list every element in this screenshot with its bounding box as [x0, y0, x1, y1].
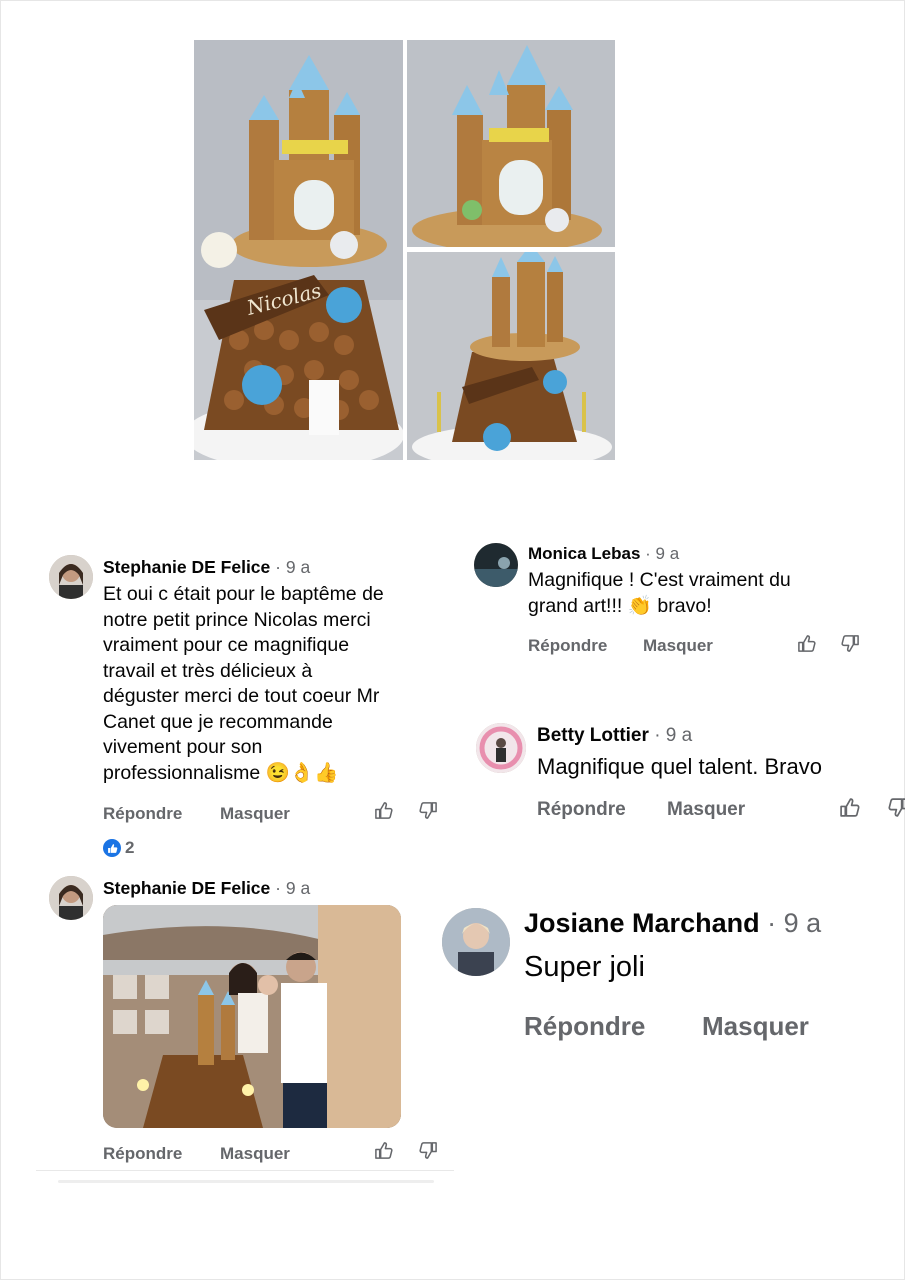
avatar[interactable]	[49, 555, 93, 599]
comment-text: Magnifique quel talent. Bravo	[537, 752, 822, 782]
reaction-summary[interactable]: 2	[103, 838, 134, 858]
comment-author[interactable]: Betty Lottier · 9 a	[537, 725, 692, 747]
comment-actions: Répondre Masquer	[528, 636, 713, 656]
comment-actions: Répondre Masquer	[537, 799, 745, 821]
comment-line: Canet que je recommande	[103, 710, 333, 733]
comment-attached-photo[interactable]	[103, 905, 401, 1128]
reply-button[interactable]: Répondre	[528, 636, 643, 656]
avatar[interactable]	[49, 876, 93, 920]
reply-button[interactable]: Répondre	[103, 1144, 220, 1164]
comment-line: notre petit prince Nicolas merci	[103, 608, 371, 631]
comment-timestamp[interactable]: · 9 a	[767, 908, 821, 938]
avatar[interactable]	[474, 543, 518, 587]
reply-button[interactable]: Répondre	[524, 1011, 702, 1042]
comment-line: grand art!!! 👏 bravo!	[528, 594, 712, 617]
comment-author[interactable]: Stephanie DE Felice · 9 a	[103, 878, 310, 899]
comment-line: Et oui c était pour le baptême de	[103, 583, 384, 605]
hide-button[interactable]: Masquer	[220, 804, 290, 824]
comment-text: Et oui c était pour le baptême de notre …	[103, 582, 384, 786]
comment-author[interactable]: Monica Lebas · 9 a	[528, 544, 679, 564]
author-name[interactable]: Monica Lebas	[528, 544, 640, 563]
author-name[interactable]: Betty Lottier	[537, 725, 649, 746]
cake-photo-top-right[interactable]	[407, 40, 615, 247]
comment-line: Super joli	[524, 951, 645, 983]
comment-line: professionnalisme 😉👌👍	[103, 761, 339, 784]
reply-button[interactable]: Répondre	[537, 799, 667, 821]
thumbs-down-icon[interactable]	[841, 634, 860, 653]
comment-actions: Répondre Masquer	[103, 1144, 290, 1164]
avatar[interactable]	[442, 908, 510, 976]
hide-button[interactable]: Masquer	[643, 636, 713, 656]
hide-button[interactable]: Masquer	[220, 1144, 290, 1164]
comment-actions: Répondre Masquer	[524, 1011, 809, 1042]
thumbs-up-icon[interactable]	[374, 1141, 393, 1160]
thumbs-up-icon[interactable]	[839, 797, 860, 818]
thumbs-down-icon[interactable]	[888, 797, 905, 818]
author-name[interactable]: Josiane Marchand	[524, 908, 760, 938]
hide-button[interactable]: Masquer	[702, 1011, 809, 1042]
comment-timestamp[interactable]: · 9 a	[654, 725, 692, 746]
comment-text: Super joli	[524, 948, 645, 986]
author-name[interactable]: Stephanie DE Felice	[103, 557, 270, 577]
comment-line: travail et très délicieux à	[103, 659, 313, 682]
cake-photo-bottom-right[interactable]	[407, 252, 615, 460]
comment-line: vivement pour son	[103, 736, 263, 758]
comment-actions: Répondre Masquer	[103, 804, 290, 824]
divider	[58, 1180, 434, 1183]
comment-author[interactable]: Stephanie DE Felice · 9 a	[103, 557, 310, 578]
thumbs-up-icon[interactable]	[797, 634, 816, 653]
comment-line: Magnifique ! C'est vraiment du	[528, 569, 791, 591]
comment-author[interactable]: Josiane Marchand · 9 a	[524, 908, 821, 939]
comment-timestamp[interactable]: · 9 a	[275, 557, 310, 577]
author-name[interactable]: Stephanie DE Felice	[103, 878, 270, 898]
divider	[36, 1170, 454, 1171]
comment-line: déguster merci de tout coeur Mr	[103, 685, 380, 707]
thumbs-down-icon[interactable]	[419, 801, 438, 820]
cake-photo-main[interactable]: Nicolas	[194, 40, 403, 460]
reaction-count: 2	[125, 838, 135, 857]
reply-button[interactable]: Répondre	[103, 804, 220, 824]
comment-line: vraiment pour ce magnifique	[103, 634, 350, 656]
comment-timestamp[interactable]: · 9 a	[275, 878, 310, 898]
comment-line: Magnifique quel talent. Bravo	[537, 754, 822, 779]
thumbs-up-icon[interactable]	[374, 801, 393, 820]
avatar[interactable]	[476, 723, 526, 773]
comment-timestamp[interactable]: · 9 a	[645, 544, 679, 563]
thumbs-down-icon[interactable]	[419, 1141, 438, 1160]
hide-button[interactable]: Masquer	[667, 799, 745, 821]
like-reaction-icon	[103, 839, 121, 857]
comment-text: Magnifique ! C'est vraiment du grand art…	[528, 568, 791, 619]
